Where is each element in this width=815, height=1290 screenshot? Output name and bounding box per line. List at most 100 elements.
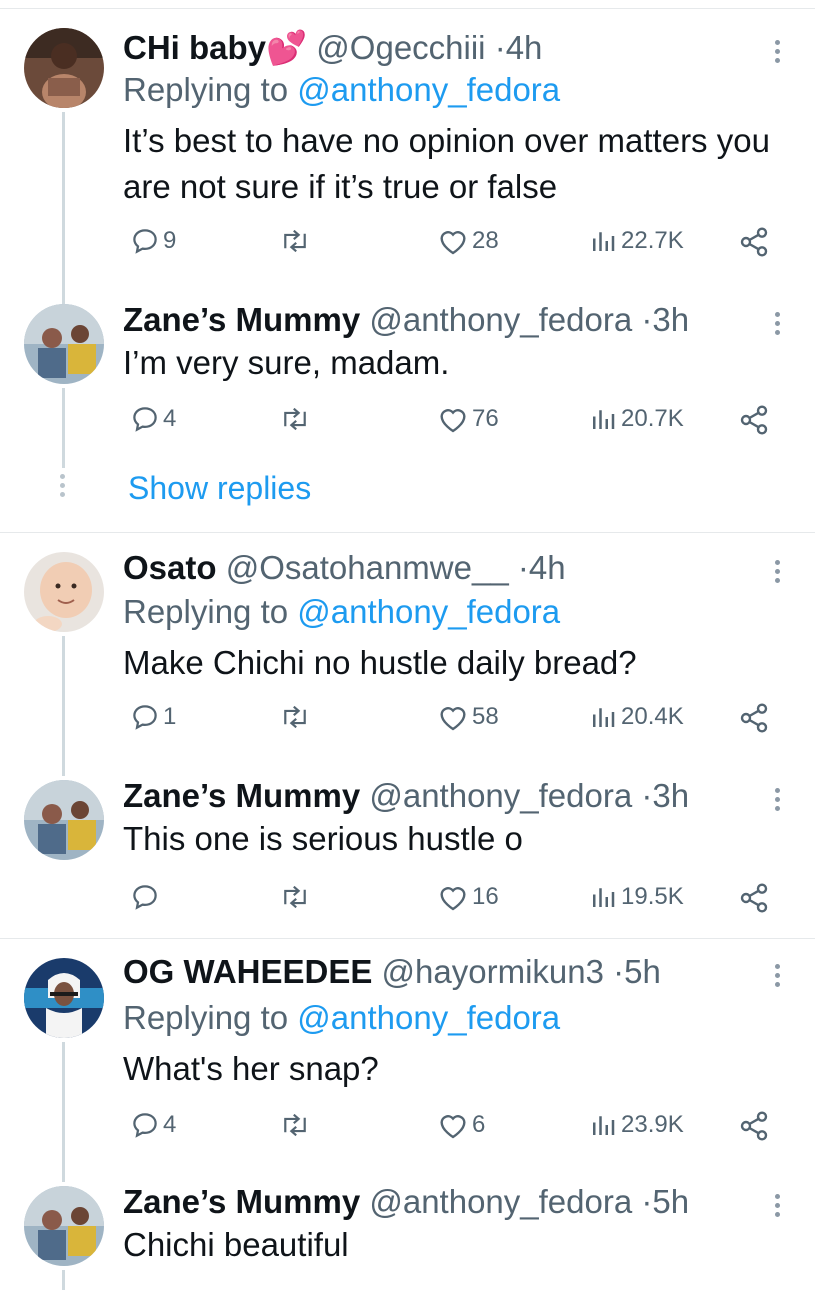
like-button[interactable]: 16 [437, 882, 499, 912]
handle[interactable]: @hayormikun3 [382, 953, 604, 990]
replying-prefix: Replying to [123, 71, 289, 108]
view-count: 20.7K [621, 405, 684, 432]
like-count: 28 [472, 227, 499, 254]
tweet-text: What's her snap? [123, 1050, 379, 1087]
timestamp[interactable]: 4h [529, 549, 566, 586]
views-button[interactable]: 22.7K [588, 226, 684, 256]
heart-icon [440, 231, 466, 255]
action-bar: 4 6 23.9K [0, 1110, 815, 1150]
reply-icon [133, 885, 157, 910]
view-count: 23.9K [621, 1111, 684, 1138]
avatar[interactable] [24, 552, 104, 632]
like-button[interactable]: 28 [437, 226, 499, 256]
tweet-header: OG WAHEEDEE @hayormikun3 ·5h [123, 952, 661, 992]
reply-count: 1 [163, 703, 177, 730]
separator: · [517, 549, 529, 586]
handle[interactable]: @anthony_fedora [369, 1183, 632, 1220]
mention-link[interactable]: @anthony_fedora [297, 999, 560, 1036]
replying-to: Replying to @anthony_fedora [123, 592, 560, 632]
retweet-button[interactable] [278, 226, 312, 256]
like-count: 58 [472, 703, 499, 730]
heart-icon [440, 707, 466, 731]
retweet-button[interactable] [278, 1110, 312, 1140]
show-replies-link[interactable]: Show replies [128, 470, 311, 507]
display-name[interactable]: CHi baby [123, 29, 266, 66]
separator: · [613, 953, 625, 990]
reply-icon [133, 705, 157, 730]
reply-button[interactable]: 4 [130, 404, 176, 434]
share-button[interactable] [738, 1110, 770, 1142]
reply-button[interactable]: 1 [130, 702, 176, 732]
handle[interactable]: @Ogecchiii [316, 29, 485, 66]
avatar[interactable] [24, 958, 104, 1038]
avatar[interactable] [24, 780, 104, 860]
replying-prefix: Replying to [123, 999, 289, 1036]
analytics-icon [593, 232, 615, 251]
views-button[interactable]: 23.9K [588, 1110, 684, 1140]
share-button[interactable] [738, 226, 770, 258]
thread-line [62, 112, 65, 322]
timestamp[interactable]: 3h [652, 301, 689, 338]
more-options-icon[interactable] [775, 788, 783, 815]
more-options-icon[interactable] [775, 312, 783, 339]
divider [0, 938, 815, 939]
retweet-button[interactable] [278, 702, 312, 732]
more-options-icon[interactable] [775, 964, 783, 991]
view-count: 20.4K [621, 703, 684, 730]
reply-count: 9 [163, 227, 177, 254]
analytics-icon [593, 410, 615, 429]
like-button[interactable]: 58 [437, 702, 499, 732]
display-name[interactable]: OG WAHEEDEE [123, 953, 372, 990]
views-button[interactable]: 19.5K [588, 882, 684, 912]
avatar[interactable] [24, 1186, 104, 1266]
timestamp[interactable]: 4h [506, 29, 543, 66]
display-name[interactable]: Zane’s Mummy [123, 1183, 360, 1220]
share-button[interactable] [738, 882, 770, 914]
action-bar: 1 58 20.4K [0, 702, 815, 742]
mention-link[interactable]: @anthony_fedora [297, 71, 560, 108]
share-icon [740, 227, 768, 257]
avatar[interactable] [24, 304, 104, 384]
retweet-button[interactable] [278, 882, 312, 912]
timestamp[interactable]: 3h [652, 777, 689, 814]
share-button[interactable] [738, 404, 770, 436]
handle[interactable]: @anthony_fedora [369, 301, 632, 338]
share-icon [740, 1111, 768, 1141]
more-options-icon[interactable] [775, 560, 783, 587]
more-options-icon[interactable] [775, 40, 783, 67]
timestamp[interactable]: 5h [624, 953, 661, 990]
share-icon [740, 703, 768, 733]
reply-button[interactable]: 4 [130, 1110, 176, 1140]
like-button[interactable]: 76 [437, 404, 499, 434]
tweet-header: Zane’s Mummy @anthony_fedora ·3h [123, 776, 689, 816]
reply-button[interactable]: 9 [130, 226, 176, 256]
mention-link[interactable]: @anthony_fedora [297, 593, 560, 630]
separator: · [641, 777, 653, 814]
view-count: 22.7K [621, 227, 684, 254]
share-button[interactable] [738, 702, 770, 734]
views-button[interactable]: 20.7K [588, 404, 684, 434]
views-button[interactable]: 20.4K [588, 702, 684, 732]
timestamp[interactable]: 5h [652, 1183, 689, 1220]
handle[interactable]: @anthony_fedora [369, 777, 632, 814]
retweet-button[interactable] [278, 404, 312, 434]
tweet-text: It’s best to have no opinion over matter… [123, 122, 770, 205]
display-name[interactable]: Zane’s Mummy [123, 777, 360, 814]
display-name[interactable]: Osato [123, 549, 217, 586]
like-button[interactable]: 6 [437, 1110, 485, 1140]
tweet-header: CHi baby💕 @Ogecchiii ·4h [123, 28, 542, 68]
display-name[interactable]: Zane’s Mummy [123, 301, 360, 338]
tweet-text: I’m very sure, madam. [123, 344, 450, 381]
separator: · [494, 29, 506, 66]
top-divider [0, 8, 815, 9]
heart-icon [440, 1115, 466, 1139]
more-options-icon[interactable] [775, 1194, 783, 1221]
reply-count: 4 [163, 1111, 177, 1138]
analytics-icon [593, 708, 615, 727]
analytics-icon [593, 1116, 615, 1135]
heart-icon [440, 887, 466, 911]
retweet-icon [284, 229, 306, 253]
handle[interactable]: @Osatohanmwe__ [226, 549, 509, 586]
avatar[interactable] [24, 28, 104, 108]
reply-button[interactable] [130, 882, 160, 912]
